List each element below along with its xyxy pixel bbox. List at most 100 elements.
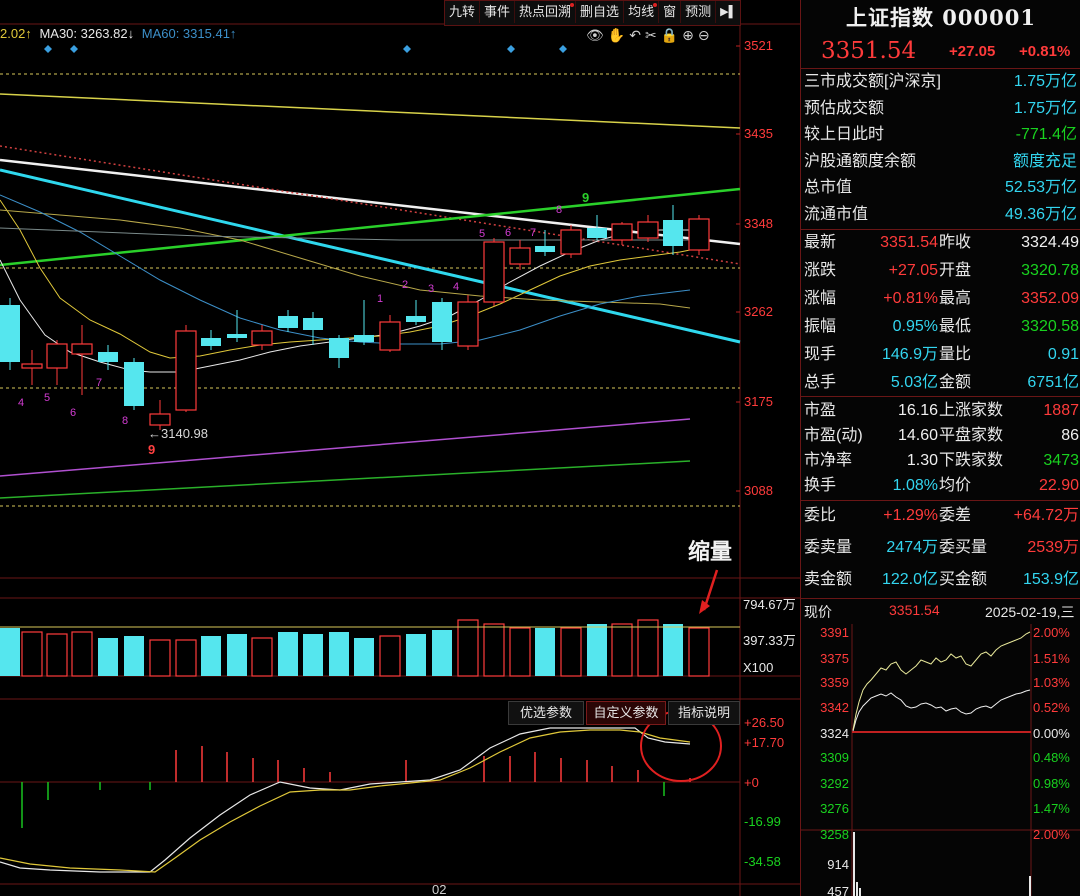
volume-bar — [149, 639, 171, 677]
mini-left-label: 3342 — [820, 700, 849, 715]
optimal-params-button[interactable]: 优选参数 — [508, 701, 584, 725]
quote-cell-a: 最新 — [804, 234, 837, 251]
count-number: 4 — [453, 281, 459, 293]
quote-cell-d: 0.91 — [1047, 346, 1079, 363]
kline-chart[interactable]: 4 5 6 7 8 9 1 2 3 4 5 6 7 8 9 ←3140.98 3521 3435 3348 326… — [0, 0, 800, 896]
price-change: +27.05 — [949, 43, 996, 60]
zoom-out-icon[interactable]: ⊖ — [698, 27, 710, 44]
price-axis-label: 3521 — [744, 38, 773, 53]
mini-left-label: 3309 — [820, 750, 849, 765]
quote-cell-c: 委差 — [939, 507, 972, 524]
intraday-mini-chart[interactable]: 3391 3375 3359 3342 3324 3309 3292 3276 3258 2.00… — [801, 624, 1080, 896]
quote-cell-c: 上涨家数 — [939, 402, 1004, 419]
quote-cell-c: 下跌家数 — [939, 452, 1004, 469]
quote-cell-d: 3473 — [1043, 452, 1079, 469]
intraday-avg-line — [852, 631, 1031, 731]
eye-icon[interactable]: 👁 — [586, 27, 604, 44]
indicator-help-button[interactable]: 指标说明 — [668, 701, 740, 725]
count-number: 7 — [530, 227, 536, 239]
info-value: 52.53万亿 — [1004, 179, 1077, 196]
volume-axis-label: 794.67万 — [743, 597, 796, 612]
quote-row: 卖金额 122.0亿 买金额 153.9亿 — [801, 567, 1080, 593]
volume-bar — [483, 623, 505, 677]
toolbar-hotspot-review[interactable]: 热点回溯 — [515, 1, 577, 23]
info-row: 沪股通额度余额 额度充足 — [801, 149, 1080, 175]
quote-row: 市净率 1.30 下跌家数 3473 — [801, 448, 1080, 474]
quote-cell-a: 总手 — [804, 374, 837, 391]
quote-cell-a: 委卖量 — [804, 539, 853, 556]
toolbar-ma[interactable]: 均线 — [624, 1, 660, 23]
low-price-label: ←3140.98 — [148, 426, 208, 441]
hand-icon[interactable]: ✋ — [608, 27, 625, 44]
price-axis-label: 3348 — [744, 216, 773, 231]
index-title: 上证指数 000001 — [846, 5, 1036, 30]
quote-cell-c: 量比 — [939, 346, 972, 363]
candle — [329, 335, 349, 368]
quote-cell-d: 3352.09 — [1021, 290, 1079, 307]
candle — [509, 240, 531, 270]
volume-bar — [688, 627, 710, 677]
toolbar-window[interactable]: 窗 — [659, 1, 682, 23]
toolbar-nine-turn[interactable]: 九转 — [445, 1, 481, 23]
quote-cell-b: +1.29% — [883, 507, 938, 524]
quote-cell-c: 昨收 — [939, 234, 972, 251]
quote-cell-d: 3320.58 — [1021, 318, 1079, 335]
toolbar-forecast[interactable]: 预测 — [681, 1, 717, 23]
quote-cell-a: 振幅 — [804, 318, 837, 335]
count-number: 6 — [505, 227, 511, 239]
quote-cell-b: 5.03亿 — [890, 374, 938, 391]
quote-cell-a: 市盈 — [804, 402, 837, 419]
toolbar-remove-watchlist[interactable]: 删自选 — [576, 1, 625, 23]
exit-icon[interactable]: ▶▌ — [716, 1, 740, 23]
macd-dea-line — [0, 729, 691, 873]
count-number: 7 — [96, 377, 102, 389]
lock-icon[interactable]: 🔒 — [661, 27, 678, 44]
custom-params-button[interactable]: 自定义参数 — [586, 701, 666, 725]
quote-cell-b: 0.95% — [892, 318, 938, 335]
volume-bar — [201, 636, 221, 676]
quote-cell-b: 16.16 — [897, 402, 938, 419]
quote-cell-a: 涨跌 — [804, 262, 837, 279]
info-value: -771.4亿 — [1015, 126, 1077, 143]
volume-bar — [98, 638, 118, 676]
candle — [46, 340, 68, 385]
volume-bar — [175, 639, 197, 677]
quote-cell-c: 平盘家数 — [939, 427, 1004, 444]
mini-left-label: 3292 — [820, 776, 849, 791]
count-number: 6 — [70, 407, 76, 419]
info-row: 三市成交额[沪深京] 1.75万亿 — [801, 69, 1080, 95]
mini-left-label: 3258 — [820, 827, 849, 842]
volume-bar — [227, 634, 247, 676]
toolbar-events[interactable]: 事件 — [480, 1, 516, 23]
diamond-icon — [559, 45, 567, 53]
macd-axis-label: +26.50 — [744, 715, 784, 730]
quote-cell-c: 均价 — [939, 477, 972, 494]
top-toolbar: 九转 事件 热点回溯 删自选 均线 窗 预测 ▶▌ — [444, 0, 742, 26]
volume-bar — [637, 619, 659, 677]
quote-cell-b: +0.81% — [883, 290, 938, 307]
quote-row: 委卖量 2474万 委买量 2539万 — [801, 535, 1080, 561]
scissors-icon[interactable]: ✂ — [645, 27, 657, 44]
quote-cell-b: 14.60 — [897, 427, 938, 444]
volume-bar — [124, 636, 144, 676]
volume-bar — [379, 635, 401, 677]
trendline-yellow-top — [0, 93, 741, 129]
price-row: 3351.54 +27.05 +0.81% — [801, 38, 1080, 66]
volume-bar — [406, 634, 426, 676]
ma-yellow-line — [0, 199, 691, 359]
ma-olive-line — [0, 209, 691, 309]
candle — [71, 325, 93, 395]
quote-row: 现手 146.9万 量比 0.91 — [801, 342, 1080, 368]
price-axis-label: 3088 — [744, 483, 773, 498]
candle — [354, 300, 374, 345]
undo-icon[interactable]: ↶ — [629, 27, 641, 44]
quote-cell-a: 市净率 — [804, 452, 853, 469]
candle — [124, 358, 144, 410]
zoom-in-icon[interactable]: ⊕ — [682, 27, 694, 44]
count-number: 1 — [377, 293, 383, 305]
macd-axis: +26.50 +17.70 +0 -16.99 -34.58 — [744, 715, 784, 869]
count-number: 5 — [44, 392, 50, 404]
candle — [406, 300, 426, 325]
date-tick-label: 02 — [432, 882, 446, 896]
quote-cell-c: 最高 — [939, 290, 972, 307]
